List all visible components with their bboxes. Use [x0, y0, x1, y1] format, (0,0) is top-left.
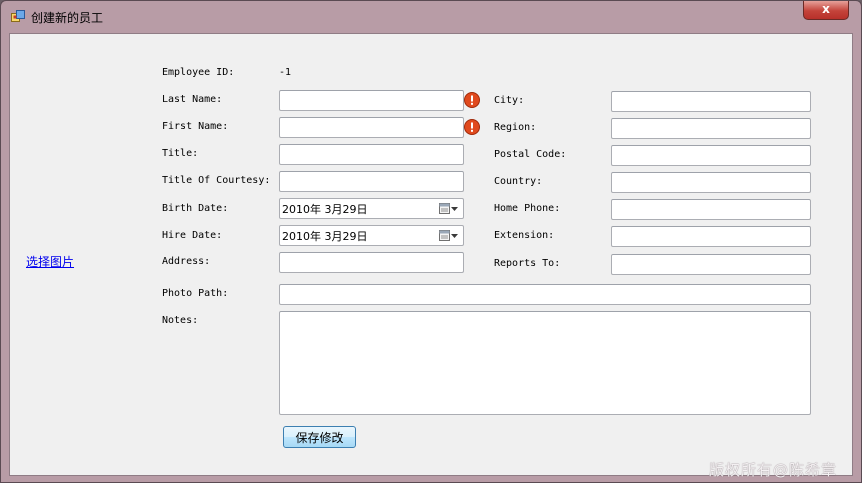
city-input[interactable]	[611, 91, 811, 112]
hire-date-picker[interactable]: 2010年 3月29日	[279, 225, 464, 246]
title-bar[interactable]: 创建新的员工 x	[1, 1, 861, 33]
birth-date-label: Birth Date:	[162, 203, 229, 214]
last-name-label: Last Name:	[162, 94, 223, 105]
calendar-dropdown-icon[interactable]	[439, 229, 459, 243]
photo-path-label: Photo Path:	[162, 288, 229, 299]
region-label: Region:	[494, 122, 537, 133]
notes-label: Notes:	[162, 315, 199, 326]
home-phone-input[interactable]	[611, 199, 811, 220]
last-name-input[interactable]	[279, 90, 464, 111]
title-input[interactable]	[279, 144, 464, 165]
photo-path-input[interactable]	[279, 284, 811, 305]
close-icon: x	[822, 2, 830, 16]
postal-code-label: Postal Code:	[494, 149, 567, 160]
country-label: Country:	[494, 176, 543, 187]
save-button[interactable]: 保存修改	[283, 426, 356, 448]
app-window-icon	[11, 10, 25, 22]
home-phone-label: Home Phone:	[494, 203, 561, 214]
title-of-courtesy-label: Title Of Courtesy:	[162, 175, 271, 186]
city-label: City:	[494, 95, 525, 106]
hire-date-label: Hire Date:	[162, 230, 223, 241]
first-name-label: First Name:	[162, 121, 229, 132]
form-client-area: 选择图片 Employee ID: -1 Last Name: First Na…	[9, 33, 853, 476]
birth-date-value: 2010年 3月29日	[282, 203, 368, 216]
hire-date-value: 2010年 3月29日	[282, 230, 368, 243]
notes-textarea[interactable]	[279, 311, 811, 415]
title-label: Title:	[162, 148, 199, 159]
postal-code-input[interactable]	[611, 145, 811, 166]
birth-date-picker[interactable]: 2010年 3月29日	[279, 198, 464, 219]
extension-label: Extension:	[494, 230, 555, 241]
error-icon	[464, 119, 480, 135]
country-input[interactable]	[611, 172, 811, 193]
extension-input[interactable]	[611, 226, 811, 247]
first-name-input[interactable]	[279, 117, 464, 138]
employee-id-label: Employee ID:	[162, 67, 235, 78]
employee-id-value: -1	[279, 67, 292, 78]
region-input[interactable]	[611, 118, 811, 139]
copyright-watermark: 版权所有@陈希章	[709, 461, 838, 479]
app-window: 创建新的员工 x 选择图片 Employee ID: -1 Last Name:…	[0, 0, 862, 483]
title-of-courtesy-input[interactable]	[279, 171, 464, 192]
reports-to-input[interactable]	[611, 254, 811, 275]
select-photo-link[interactable]: 选择图片	[26, 253, 74, 270]
error-icon	[464, 92, 480, 108]
address-input[interactable]	[279, 252, 464, 273]
close-button[interactable]: x	[803, 1, 849, 20]
calendar-dropdown-icon[interactable]	[439, 202, 459, 216]
address-label: Address:	[162, 256, 211, 267]
window-title: 创建新的员工	[31, 11, 104, 25]
reports-to-label: Reports To:	[494, 258, 561, 269]
